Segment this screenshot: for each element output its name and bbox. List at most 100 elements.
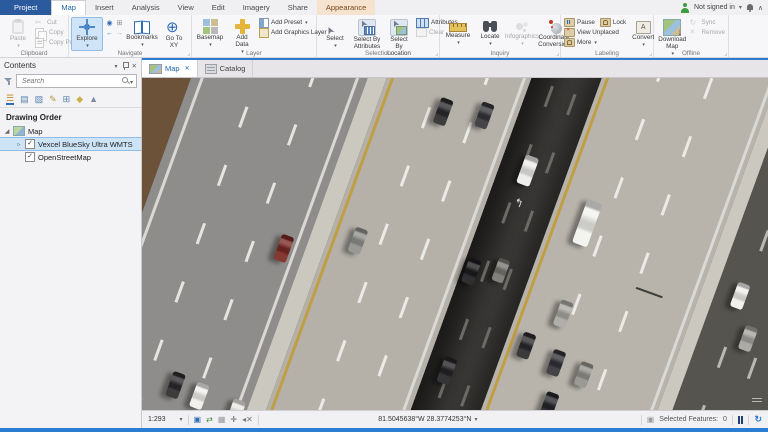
locate-button[interactable]: Locate ▾	[474, 17, 506, 49]
coordinates-display[interactable]: 81.5045638°W 28.3774253°N	[378, 416, 477, 423]
layout-toggle-icon[interactable]: ▣	[194, 415, 202, 424]
attributes-icon	[416, 17, 429, 28]
layer-row-openstreetmap[interactable]: OpenStreetMap	[0, 151, 141, 163]
dialog-launcher-icon[interactable]: ⌟	[187, 50, 190, 57]
auto-hide-pin-icon[interactable]	[122, 61, 129, 70]
expander-icon[interactable]: ◢	[4, 128, 10, 135]
search-input[interactable]	[20, 76, 122, 86]
select-button[interactable]: Select▾	[319, 17, 351, 51]
paste-button[interactable]: Paste ▾	[2, 17, 34, 51]
explore-label: Explore	[76, 35, 98, 42]
ribbon-group-clipboard: Paste▾CutCopyCopy PathClipboard	[0, 15, 78, 57]
filter-icon[interactable]	[4, 77, 13, 86]
scale-value[interactable]: 1:293	[148, 416, 166, 423]
layer-row-map[interactable]: ◢ Map	[0, 125, 141, 137]
list-by-labeling-icon[interactable]: ◆	[76, 94, 83, 104]
button-row: Remove	[689, 28, 726, 37]
close-tab-icon[interactable]: ✕	[185, 65, 190, 72]
bell-icon[interactable]	[746, 3, 754, 12]
dialog-launcher-icon[interactable]: ⌟	[649, 50, 652, 57]
sync-button[interactable]: Sync	[689, 18, 717, 27]
next-extent-icon[interactable]: →	[115, 29, 124, 38]
ribbon-group-selection: Select▾Select By AttributesSelect By Loc…	[317, 15, 458, 57]
view-tab-label: Catalog	[219, 64, 246, 73]
ribbon-tab-view[interactable]: View	[169, 0, 203, 15]
previous-extent-icon[interactable]: ←	[105, 29, 114, 38]
dialog-launcher-icon[interactable]: ⌟	[724, 50, 727, 57]
fixed-zoom-in-icon[interactable]: ⊞	[115, 19, 124, 28]
select-label: Select	[326, 35, 344, 42]
mute-icon[interactable]: ◂✕	[242, 415, 253, 424]
dialog-launcher-icon[interactable]: ⌟	[435, 50, 438, 57]
chevron-down-icon[interactable]	[739, 4, 742, 11]
list-by-selection-icon[interactable]: ▧	[35, 94, 44, 104]
layer-row-vexcel-bluesky-ultra-wmts[interactable]: ▹ Vexcel BlueSky Ultra WMTS	[0, 137, 141, 151]
dropdown-caret-icon: ▾	[334, 42, 337, 49]
scale-dropdown-icon[interactable]	[180, 416, 183, 423]
list-by-drawing-order-icon[interactable]: ☰	[6, 93, 15, 105]
remove-button[interactable]: Remove	[689, 28, 726, 37]
collapse-ribbon-icon[interactable]	[758, 4, 763, 12]
map-tab-icon	[149, 63, 162, 74]
ribbon-tab-imagery[interactable]: Imagery	[234, 0, 279, 15]
search-icon[interactable]	[121, 77, 130, 85]
more-button[interactable]: More ▾	[563, 38, 598, 47]
tag-l-icon	[599, 18, 611, 27]
view-tab-catalog[interactable]: Catalog	[198, 60, 254, 77]
pane-menu-icon[interactable]	[115, 61, 118, 70]
ribbon-tab-project[interactable]: Project	[0, 0, 52, 15]
list-by-perspective-icon[interactable]: ▲	[89, 94, 98, 104]
selected-features-label: Selected Features:	[659, 416, 719, 423]
list-by-editing-icon[interactable]: ✎	[49, 94, 57, 104]
infographics-label: Infographics	[504, 33, 540, 40]
explore-button[interactable]: Explore ▾	[71, 17, 103, 51]
sync-label: Sync	[701, 19, 716, 26]
dialog-launcher-icon[interactable]: ⌟	[556, 50, 559, 57]
map-canvas[interactable]: ↰	[142, 78, 768, 410]
add-preset-button[interactable]: Add Preset ▾	[258, 17, 309, 28]
copy-button[interactable]: Copy	[34, 27, 65, 41]
bookmarks-button[interactable]: Bookmarks ▾	[126, 17, 158, 50]
grid-toggle-icon[interactable]: ▦	[218, 415, 226, 424]
list-by-snapping-icon[interactable]: ⊞	[63, 94, 71, 104]
map-thumbnail-icon	[13, 126, 25, 136]
view-tab-map[interactable]: Map ✕	[142, 60, 198, 77]
ribbon-tab-map[interactable]: Map	[51, 0, 86, 15]
basemap-button[interactable]: Basemap ▾	[194, 17, 226, 50]
refresh-icon[interactable]	[754, 414, 762, 425]
ribbon-tab-share[interactable]: Share	[279, 0, 317, 15]
dropdown-caret-icon: ▾	[642, 41, 645, 48]
signin-status[interactable]: Not signed in	[694, 4, 735, 11]
coordinates-dropdown-icon[interactable]	[474, 416, 477, 423]
flow-arrows-icon[interactable]: ⇄	[206, 415, 213, 424]
search-options-icon[interactable]	[130, 77, 133, 86]
crosshair-icon[interactable]: ✛	[230, 415, 237, 424]
ribbon-tab-analysis[interactable]: Analysis	[123, 0, 169, 15]
coordinates-value: 81.5045638°W 28.3774253°N	[378, 416, 472, 423]
person-icon	[680, 2, 690, 13]
expander-icon[interactable]: ▹	[16, 141, 22, 148]
close-pane-icon[interactable]	[132, 61, 137, 70]
go-to-xy-button[interactable]: Go To XY	[158, 17, 190, 52]
notification-toast-icon[interactable]	[750, 396, 764, 406]
layer-checkbox[interactable]	[25, 152, 35, 162]
measure-button[interactable]: Measure ▾	[442, 17, 474, 48]
convert-label: Convert	[632, 34, 655, 41]
search-box[interactable]	[16, 74, 137, 88]
ribbon-tab-insert[interactable]: Insert	[86, 0, 123, 15]
pause-drawing-icon[interactable]	[737, 415, 744, 424]
pause-button[interactable]: Pause	[563, 18, 596, 27]
cut-button[interactable]: Cut	[34, 18, 58, 27]
select-by-attributes-button[interactable]: Select By Attributes	[351, 17, 383, 53]
ribbon-tab-edit[interactable]: Edit	[203, 0, 234, 15]
infographics-button[interactable]: Infographics ▾	[504, 17, 540, 49]
lock-button[interactable]: Lock	[599, 18, 627, 27]
ribbon-tab-appearance[interactable]: Appearance	[316, 0, 376, 15]
layer-checkbox[interactable]	[25, 139, 35, 149]
divider	[257, 414, 259, 425]
dropdown-caret-icon: ▾	[457, 39, 460, 46]
scale-control[interactable]: 1:293	[148, 416, 183, 423]
list-by-data-source-icon[interactable]: ▤	[20, 94, 29, 104]
full-extent-icon[interactable]: ◉	[105, 19, 114, 28]
view-unplaced-button[interactable]: View Unplaced	[563, 27, 620, 37]
